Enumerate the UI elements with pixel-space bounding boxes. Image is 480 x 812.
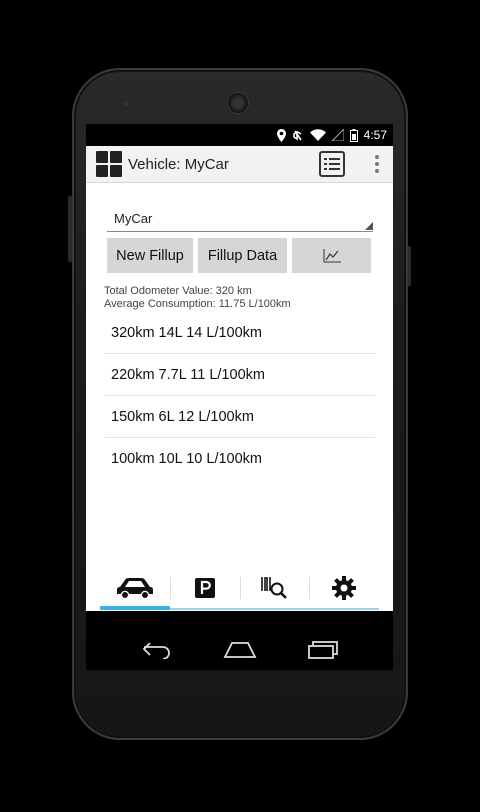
chevron-down-icon xyxy=(365,222,373,230)
status-bar: 4:57 xyxy=(86,124,393,146)
list-item[interactable]: 220km 7.7L 11 L/100km xyxy=(105,354,375,396)
fillup-data-button[interactable]: Fillup Data xyxy=(198,238,287,273)
button-row: New Fillup Fillup Data xyxy=(107,238,371,273)
list-item[interactable]: 100km 10L 10 L/100km xyxy=(105,438,375,480)
recents-icon[interactable] xyxy=(307,640,338,659)
tab-barcode[interactable] xyxy=(239,567,310,608)
main-content: MyCar New Fillup Fillup Data Total Odome… xyxy=(86,183,393,611)
tab-parking[interactable] xyxy=(169,567,240,608)
battery-icon xyxy=(349,128,358,142)
fillup-list: 320km 14L 14 L/100km 220km 7.7L 11 L/100… xyxy=(105,312,375,480)
list-icon[interactable] xyxy=(319,151,345,177)
front-camera xyxy=(227,92,249,114)
list-item[interactable]: 320km 14L 14 L/100km xyxy=(105,312,375,354)
stats-summary: Total Odometer Value: 320 km Average Con… xyxy=(104,285,291,311)
signal-icon xyxy=(331,129,344,141)
sensor-dot xyxy=(355,101,359,105)
bottom-tab-bar xyxy=(100,567,379,610)
chart-button[interactable] xyxy=(292,238,371,273)
sensor-dot xyxy=(345,101,349,105)
tab-car[interactable] xyxy=(100,567,170,610)
avg-consumption-text: Average Consumption: 11.75 L/100km xyxy=(104,298,291,310)
parking-icon xyxy=(194,577,215,598)
location-icon xyxy=(276,128,286,142)
overflow-menu-icon[interactable] xyxy=(375,155,379,173)
action-bar: Vehicle: MyCar xyxy=(86,146,393,183)
barcode-search-icon xyxy=(261,576,288,599)
vehicle-spinner-value: MyCar xyxy=(114,211,153,226)
mute-icon xyxy=(292,130,302,140)
chart-icon xyxy=(323,248,341,262)
app-icon[interactable] xyxy=(96,151,122,177)
tab-settings[interactable] xyxy=(309,567,379,608)
vehicle-spinner[interactable]: MyCar xyxy=(107,210,373,232)
list-item[interactable]: 150km 6L 12 L/100km xyxy=(105,396,375,438)
car-icon xyxy=(116,577,153,599)
sensor-dot xyxy=(124,101,129,106)
new-fillup-button[interactable]: New Fillup xyxy=(107,238,193,273)
back-icon[interactable] xyxy=(142,641,172,659)
screen: 4:57 Vehicle: MyCar MyCar New Fillup Fil… xyxy=(86,124,393,670)
page-title: Vehicle: MyCar xyxy=(128,155,229,173)
wifi-icon xyxy=(309,129,326,141)
status-time: 4:57 xyxy=(363,128,387,142)
settings-gear-icon xyxy=(332,575,357,600)
system-nav-bar xyxy=(86,629,393,670)
total-odometer-text: Total Odometer Value: 320 km xyxy=(104,285,252,297)
home-icon[interactable] xyxy=(223,641,257,659)
